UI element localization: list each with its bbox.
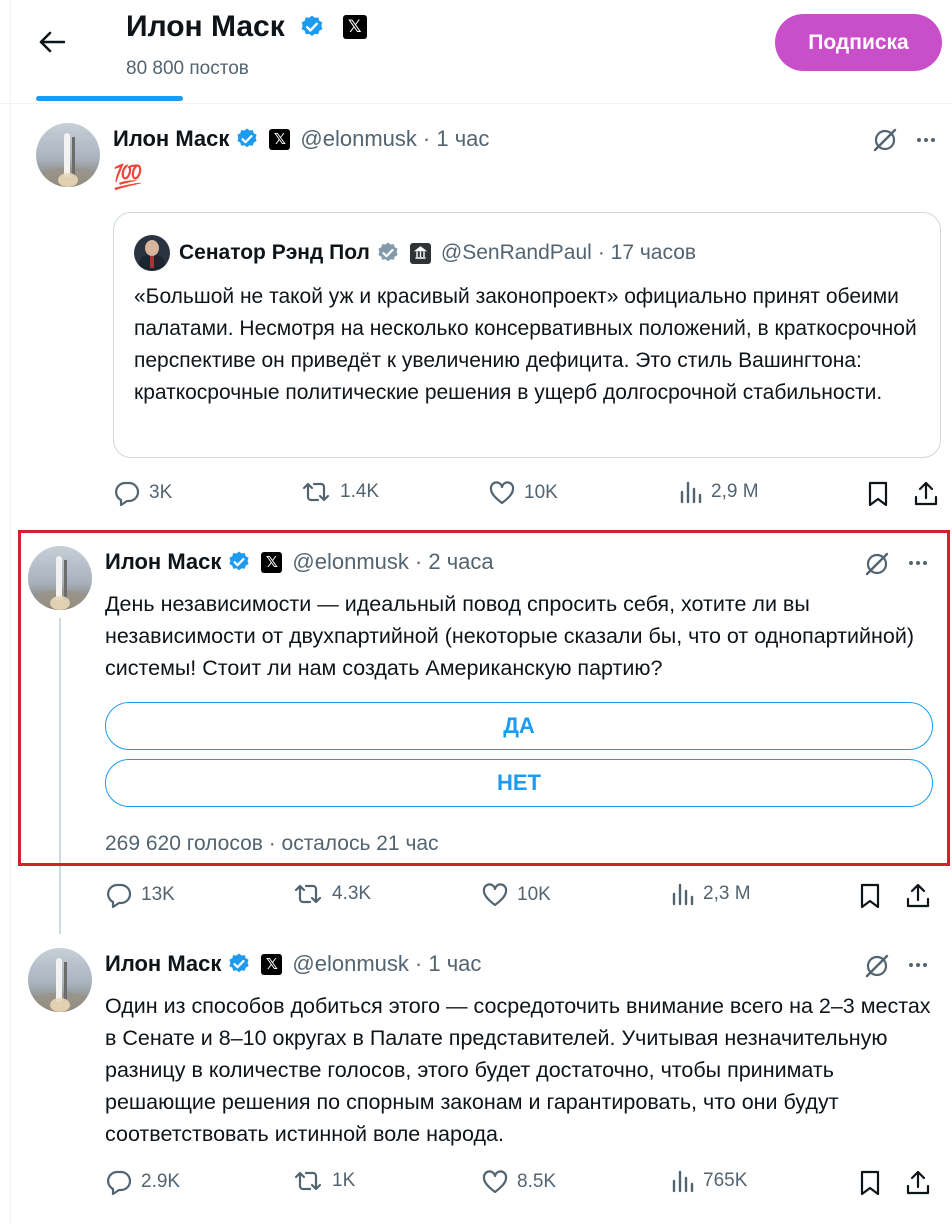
verified-badge-icon — [235, 127, 259, 151]
quoted-tweet-text: «Большой не такой уж и красивый законопр… — [134, 285, 917, 404]
repost-icon — [294, 884, 322, 904]
repost-button[interactable]: 4.3K — [292, 882, 371, 906]
views-icon — [672, 1170, 694, 1193]
heart-icon — [489, 481, 515, 505]
bookmark-button[interactable] — [858, 1169, 882, 1197]
tweet-time[interactable]: · 1 час — [415, 951, 481, 977]
repost-button[interactable]: 1K — [292, 1169, 355, 1193]
highlight-frame — [18, 530, 950, 866]
reply-button[interactable]: 2.9K — [105, 1169, 180, 1195]
views-button[interactable]: 765K — [671, 1169, 747, 1193]
active-tab-indicator — [36, 96, 183, 101]
author-handle[interactable]: @elonmusk — [300, 126, 417, 152]
share-icon — [906, 1170, 930, 1195]
reply-button[interactable]: 13K — [105, 882, 175, 908]
tweet-header: Илон Маск 𝕏 @elonmusk · 1 час — [113, 126, 489, 152]
bookmark-button[interactable] — [866, 480, 890, 508]
timeline-border — [10, 0, 11, 1224]
x-logo-icon: 𝕏 — [269, 128, 291, 150]
more-icon[interactable] — [911, 130, 941, 150]
bookmark-button[interactable] — [858, 882, 882, 910]
tweet-actions: 3K 1.4K 10K 2,9 M — [0, 480, 952, 510]
grok-icon[interactable] — [863, 952, 891, 980]
government-badge-icon — [409, 242, 431, 264]
repost-count: 1.4K — [340, 481, 380, 502]
heart-icon — [482, 1170, 508, 1194]
author-name[interactable]: Илон Маск — [105, 951, 221, 977]
tweet-time[interactable]: · 17 часов — [598, 241, 696, 265]
like-count: 8.5K — [517, 1171, 557, 1192]
views-button[interactable]: 2,3 M — [671, 882, 751, 906]
reply-count: 3K — [149, 482, 173, 503]
avatar[interactable] — [134, 235, 170, 271]
bookmark-icon — [868, 481, 888, 507]
x-logo-icon: 𝕏 — [261, 953, 283, 975]
arrow-left-icon — [39, 31, 65, 53]
author-handle[interactable]: @SenRandPaul — [441, 241, 592, 265]
reply-icon — [107, 1170, 132, 1195]
views-count: 2,3 M — [703, 883, 751, 904]
like-count: 10K — [524, 482, 558, 503]
share-icon — [906, 883, 930, 908]
tweet-time[interactable]: · 1 час — [423, 126, 489, 152]
like-button[interactable]: 10K — [481, 882, 551, 908]
like-button[interactable]: 10K — [488, 480, 558, 506]
reply-icon — [115, 481, 140, 506]
like-count: 10K — [517, 884, 551, 905]
avatar[interactable] — [36, 123, 100, 187]
grok-icon[interactable] — [871, 126, 899, 154]
share-button[interactable] — [913, 480, 939, 508]
reply-button[interactable]: 3K — [113, 480, 172, 506]
repost-button[interactable]: 1.4K — [300, 480, 379, 504]
views-icon — [680, 481, 702, 504]
tweet-text: Один из способов добиться этого — сосред… — [105, 994, 931, 1146]
author-handle[interactable]: @elonmusk — [292, 951, 409, 977]
verified-badge-icon — [299, 14, 325, 40]
reply-count: 2.9K — [141, 1171, 181, 1192]
repost-count: 1K — [332, 1170, 356, 1191]
bookmark-icon — [860, 883, 880, 909]
author-name[interactable]: Сенатор Рэнд Пол — [179, 241, 370, 265]
like-button[interactable]: 8.5K — [481, 1169, 556, 1195]
back-button[interactable] — [34, 24, 70, 60]
heart-icon — [482, 883, 508, 907]
repost-icon — [294, 1171, 322, 1191]
reply-count: 13K — [141, 884, 175, 905]
reply-icon — [107, 883, 132, 908]
views-count: 2,9 M — [711, 481, 759, 502]
verified-badge-icon — [376, 241, 400, 265]
bookmark-icon — [860, 1170, 880, 1196]
posts-count: 80 800 постов — [126, 58, 249, 79]
avatar[interactable] — [28, 948, 92, 1012]
tweet-header: Илон Маск 𝕏 @elonmusk · 1 час — [105, 951, 481, 977]
tweet-actions: 2.9K 1K 8.5K 765K — [0, 1169, 952, 1199]
share-button[interactable] — [905, 1169, 931, 1197]
views-count: 765K — [703, 1170, 748, 1191]
repost-count: 4.3K — [332, 883, 372, 904]
verified-badge-icon — [227, 952, 251, 976]
profile-header: Илон Маск 𝕏 80 800 постов Подписка — [0, 0, 952, 104]
profile-name: Илон Маск — [126, 10, 285, 43]
subscribe-button[interactable]: Подписка — [775, 14, 942, 71]
repost-icon — [302, 482, 330, 502]
author-name[interactable]: Илон Маск — [113, 126, 229, 152]
quoted-tweet[interactable]: Сенатор Рэнд Пол @SenRandPaul · 17 часов… — [113, 212, 941, 458]
share-button[interactable] — [905, 882, 931, 910]
tweet-actions: 13K 4.3K 10K 2,3 M — [0, 882, 952, 912]
tweet-text: 💯 — [113, 164, 143, 191]
views-button[interactable]: 2,9 M — [679, 480, 759, 504]
views-icon — [672, 883, 694, 906]
quoted-tweet-header: Сенатор Рэнд Пол @SenRandPaul · 17 часов — [179, 241, 696, 265]
share-icon — [914, 481, 938, 506]
x-logo-icon: 𝕏 — [342, 15, 367, 39]
profile-title: Илон Маск 𝕏 — [126, 10, 367, 44]
more-icon[interactable] — [903, 955, 933, 975]
